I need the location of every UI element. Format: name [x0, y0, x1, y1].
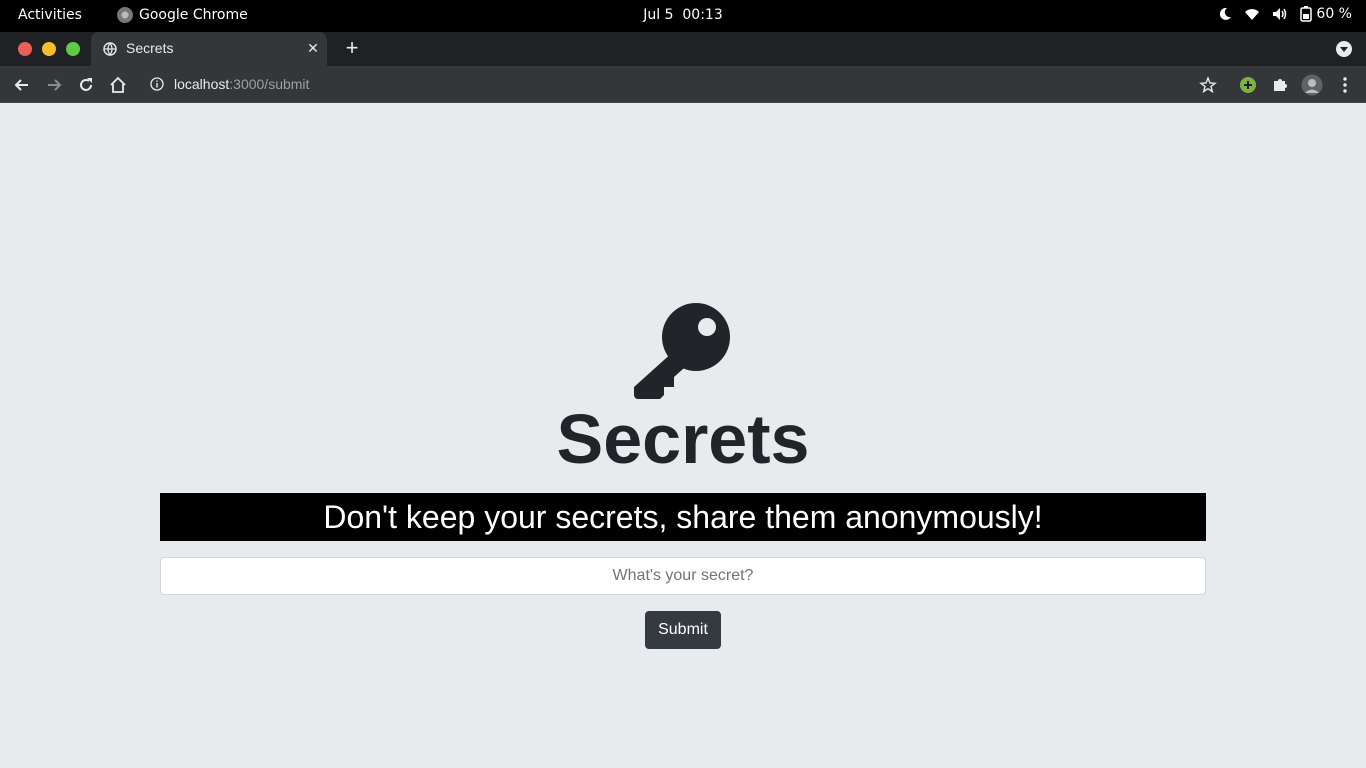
battery-indicator: 60 %: [1300, 6, 1352, 22]
tagline-banner: Don't keep your secrets, share them anon…: [160, 493, 1206, 541]
tab-secrets[interactable]: Secrets ✕: [91, 32, 327, 66]
address-bar[interactable]: localhost:3000/submit: [174, 76, 309, 92]
app-menu[interactable]: Google Chrome: [117, 7, 248, 23]
system-tray[interactable]: 60 %: [1218, 6, 1352, 22]
page-content: Secrets Don't keep your secrets, share t…: [0, 103, 1366, 768]
clock-date: Jul 5: [643, 7, 674, 23]
reload-icon[interactable]: [76, 75, 96, 95]
window-maximize-button[interactable]: [66, 42, 80, 56]
wifi-icon: [1244, 7, 1260, 21]
back-icon[interactable]: [12, 75, 32, 95]
home-icon[interactable]: [108, 75, 128, 95]
window-close-button[interactable]: [18, 42, 32, 56]
volume-icon: [1272, 7, 1288, 21]
app-name: Google Chrome: [139, 7, 248, 23]
battery-icon: [1300, 6, 1313, 22]
tab-search-icon[interactable]: [1336, 41, 1352, 57]
extensions-puzzle-icon[interactable]: [1270, 75, 1290, 95]
new-tab-button[interactable]: +: [342, 37, 362, 59]
site-info-icon[interactable]: [150, 77, 164, 96]
url-path: :3000/submit: [229, 76, 310, 92]
page-title: Secrets: [556, 400, 810, 478]
tab-strip: Secrets ✕ +: [0, 32, 1366, 66]
tab-close-icon[interactable]: ✕: [305, 40, 321, 56]
extension-add-icon[interactable]: [1238, 75, 1258, 95]
globe-icon: [103, 42, 117, 59]
activities-button[interactable]: Activities: [18, 7, 82, 23]
night-light-icon: [1218, 7, 1232, 21]
window-minimize-button[interactable]: [42, 42, 56, 56]
browser-toolbar: localhost:3000/submit: [0, 66, 1366, 103]
key-icon: [634, 303, 732, 406]
battery-percentage: 60 %: [1316, 6, 1352, 22]
system-top-bar: Activities Google Chrome Jul 5 00:13 60 …: [0, 0, 1366, 32]
profile-avatar[interactable]: [1301, 74, 1323, 96]
clock-button[interactable]: Jul 5 00:13: [643, 7, 723, 23]
forward-icon[interactable]: [44, 75, 64, 95]
tab-title: Secrets: [126, 40, 174, 56]
bookmark-star-icon[interactable]: [1198, 75, 1218, 95]
chrome-app-icon: [117, 7, 133, 23]
secret-input[interactable]: [160, 557, 1206, 595]
chrome-menu-icon[interactable]: [1335, 75, 1355, 95]
clock-time: 00:13: [682, 7, 723, 23]
submit-button[interactable]: Submit: [645, 611, 721, 649]
url-host: localhost: [174, 76, 230, 92]
